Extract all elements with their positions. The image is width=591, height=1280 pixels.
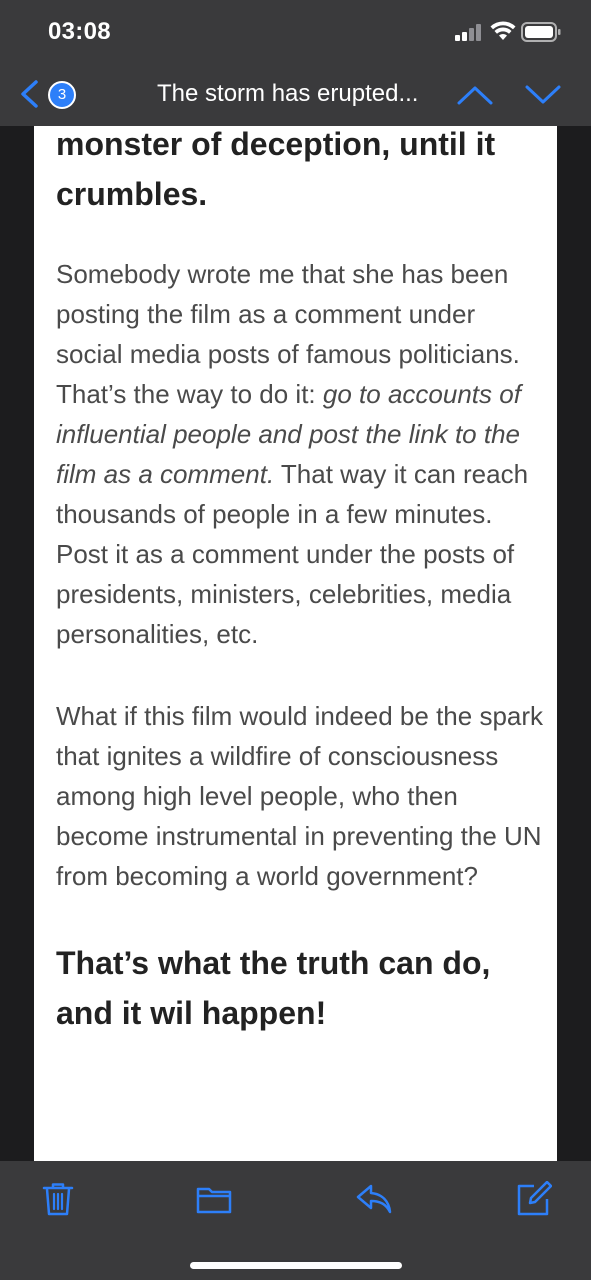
status-bar: 03:08: [0, 0, 591, 62]
closing-heading: That’s what the truth can do, and it wil…: [56, 945, 491, 1031]
paragraph-2: What if this film would indeed be the sp…: [56, 701, 544, 891]
folder-icon[interactable]: [196, 1181, 232, 1217]
paragraph-1: Somebody wrote me that she has been post…: [56, 254, 546, 654]
status-time: 03:08: [48, 18, 111, 45]
compose-icon[interactable]: [516, 1181, 552, 1217]
chevron-up-icon[interactable]: [456, 80, 494, 110]
email-content: monster of deception, until it crumbles.…: [56, 126, 546, 1038]
chevron-down-icon[interactable]: [524, 80, 562, 110]
email-body: monster of deception, until it crumbles.…: [34, 126, 557, 1161]
nav-bar: 3 The storm has erupted...: [0, 62, 591, 126]
chevron-left-icon: [21, 80, 38, 108]
battery-icon: [521, 22, 561, 42]
intro-heading: monster of deception, until it crumbles.: [56, 126, 496, 212]
unread-count-badge: 3: [48, 81, 76, 109]
back-button[interactable]: 3: [14, 76, 84, 112]
wifi-icon: [490, 21, 516, 40]
mail-screen: 03:08 3 The storm has erupted... monster…: [0, 0, 591, 1280]
cellular-signal-icon: [455, 24, 481, 41]
nav-title: The storm has erupted...: [157, 80, 419, 107]
home-indicator[interactable]: [190, 1262, 402, 1269]
reply-icon[interactable]: [356, 1181, 392, 1217]
trash-icon[interactable]: [40, 1181, 76, 1217]
